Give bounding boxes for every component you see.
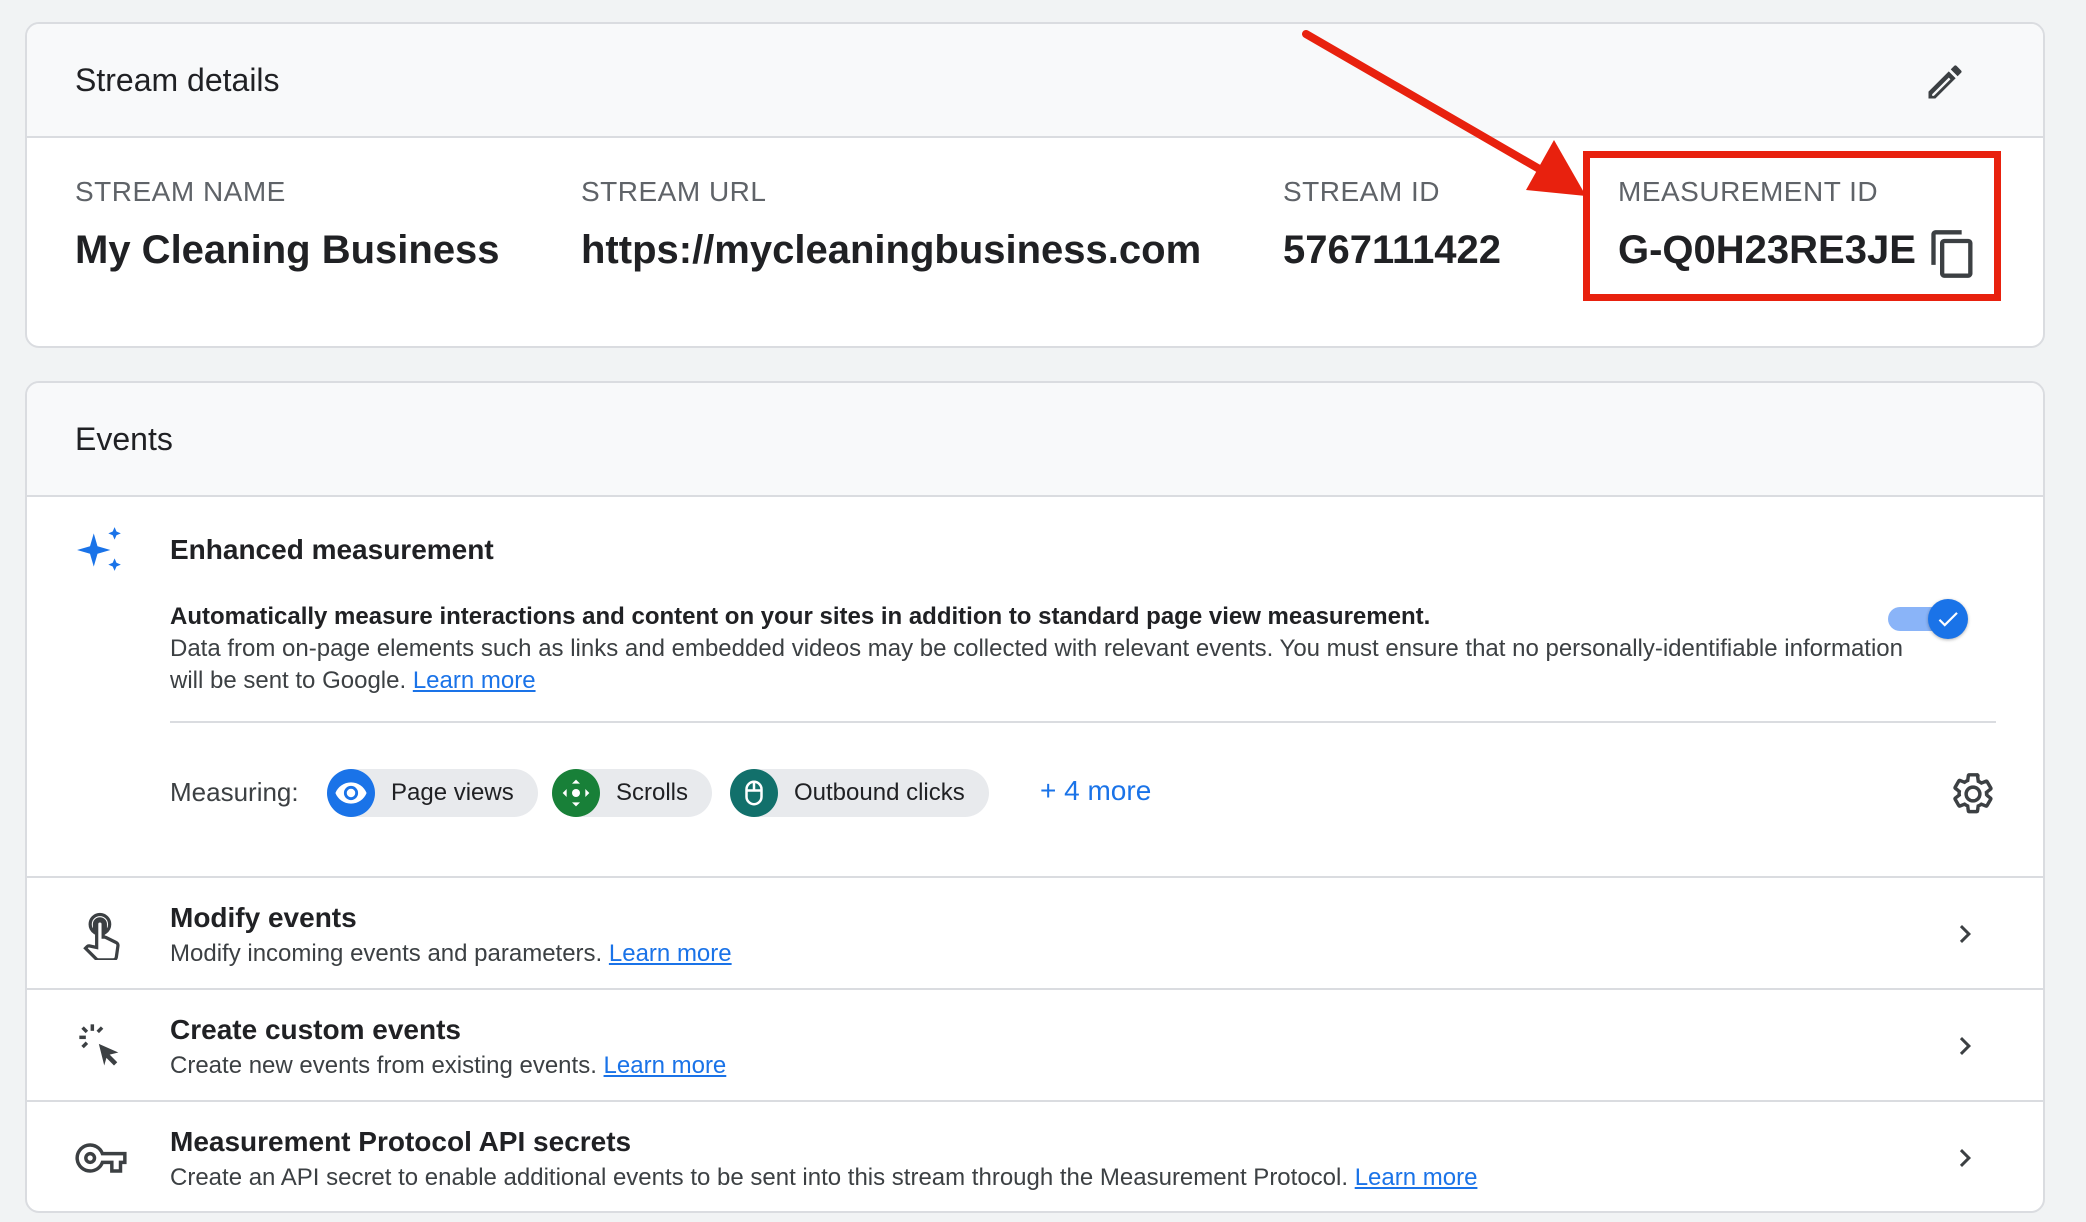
check-icon xyxy=(1938,612,1958,627)
chip-scrolls[interactable]: Scrolls xyxy=(552,769,713,817)
chevron-right-icon xyxy=(1959,1037,1971,1055)
create-custom-events-learn-more-link[interactable]: Learn more xyxy=(604,1052,727,1079)
chip-outbound-clicks[interactable]: Outbound clicks xyxy=(730,769,989,817)
create-custom-events-row[interactable]: Create custom events Create new events f… xyxy=(27,988,2043,1100)
chevron-right-icon xyxy=(1959,1149,1971,1167)
chip-page-views[interactable]: Page views xyxy=(327,769,538,817)
chevron-right-icon xyxy=(1959,925,1971,943)
chip-scrolls-label: Scrolls xyxy=(616,779,689,806)
create-custom-events-title: Create custom events xyxy=(170,1014,462,1045)
sparkle-icon xyxy=(77,527,121,571)
eye-icon xyxy=(327,769,375,817)
api-secrets-row[interactable]: Measurement Protocol API secrets Create … xyxy=(27,1100,2043,1211)
events-header: Events xyxy=(27,383,2043,497)
enhanced-measurement-title: Enhanced measurement xyxy=(170,534,494,565)
chip-page-views-label: Page views xyxy=(391,779,514,806)
custom-events-icon xyxy=(79,1024,119,1066)
api-secrets-title: Measurement Protocol API secrets xyxy=(170,1126,632,1157)
enhanced-measurement-desc-bold: Automatically measure interactions and c… xyxy=(170,603,1431,630)
enhanced-measurement-learn-more-link[interactable]: Learn more xyxy=(413,667,536,694)
stream-url-label: STREAM URL xyxy=(581,176,767,207)
stream-details-title: Stream details xyxy=(75,61,280,98)
stream-id-value: 5767111422 xyxy=(1283,228,1502,272)
modify-events-desc-text: Modify incoming events and parameters. xyxy=(170,940,603,967)
gear-icon[interactable] xyxy=(1950,771,1996,817)
api-secrets-description: Create an API secret to enable additiona… xyxy=(170,1164,1477,1192)
create-custom-events-desc-text: Create new events from existing events. xyxy=(170,1052,597,1079)
stream-name-value: My Cleaning Business xyxy=(75,228,500,272)
toggle-knob xyxy=(1928,599,1968,639)
stream-url-value: https://mycleaningbusiness.com xyxy=(581,228,1202,272)
api-secrets-learn-more-link[interactable]: Learn more xyxy=(1355,1164,1478,1191)
events-title: Events xyxy=(75,420,173,457)
enhanced-measurement-divider xyxy=(170,721,1996,723)
measurement-id-highlight xyxy=(1583,151,2001,301)
stream-name-field: STREAM NAME My Cleaning Business xyxy=(75,176,500,273)
touch-icon xyxy=(83,912,120,960)
annotation-arrow-icon xyxy=(1302,30,1586,196)
api-secrets-desc-text: Create an API secret to enable additiona… xyxy=(170,1164,1349,1191)
stream-url-field: STREAM URL https://mycleaningbusiness.co… xyxy=(581,176,1201,273)
mouse-icon xyxy=(730,769,778,817)
measuring-label: Measuring: xyxy=(170,777,299,807)
more-measuring-link[interactable]: + 4 more xyxy=(1040,775,1151,807)
key-icon xyxy=(75,1143,127,1173)
events-card: Events Enhanced measurement Automaticall… xyxy=(25,381,2045,1213)
enhanced-measurement-description: Automatically measure interactions and c… xyxy=(170,601,1910,697)
edit-icon[interactable] xyxy=(1923,60,1967,104)
modify-events-learn-more-link[interactable]: Learn more xyxy=(609,940,732,967)
chip-outbound-clicks-label: Outbound clicks xyxy=(794,779,965,806)
stream-details-header: Stream details xyxy=(27,24,2043,138)
create-custom-events-description: Create new events from existing events. … xyxy=(170,1052,726,1080)
stream-name-label: STREAM NAME xyxy=(75,176,286,207)
enhanced-measurement-toggle[interactable] xyxy=(1884,597,1968,641)
modify-events-title: Modify events xyxy=(170,902,357,933)
modify-events-description: Modify incoming events and parameters. L… xyxy=(170,940,732,968)
modify-events-row[interactable]: Modify events Modify incoming events and… xyxy=(27,876,2043,988)
scroll-icon xyxy=(552,769,600,817)
